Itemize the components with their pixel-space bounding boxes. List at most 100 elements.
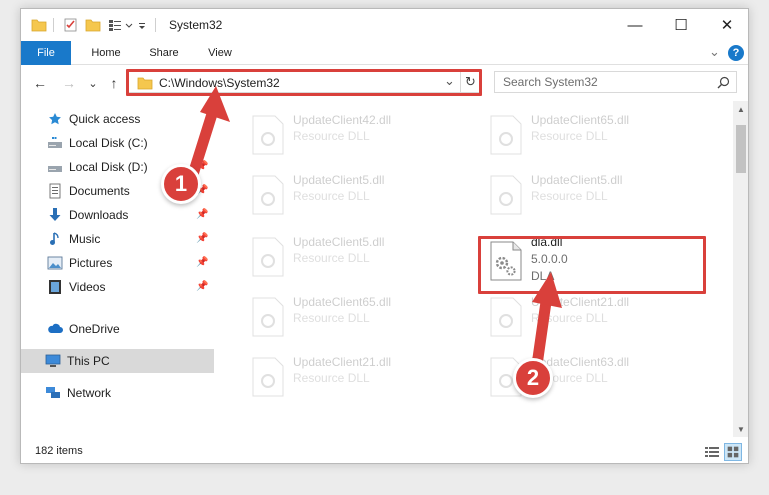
tab-home[interactable]: Home (83, 41, 129, 65)
sidebar-item-label: Documents (69, 184, 130, 198)
pin-icon[interactable]: 📌 (196, 233, 208, 245)
view-options-icon[interactable] (107, 17, 123, 33)
folder-icon (31, 19, 47, 32)
up-button[interactable]: ↑ (105, 74, 123, 92)
close-icon: ✕ (720, 17, 734, 34)
sidebar-item-videos[interactable]: Videos 📌 (21, 275, 214, 299)
videos-icon (47, 279, 63, 295)
search-icon[interactable] (717, 76, 730, 89)
file-item[interactable]: UpdateClient65.dll Resource DLL (483, 111, 709, 161)
status-bar: 182 items (21, 437, 748, 463)
sidebar-item-label: This PC (67, 354, 110, 368)
pin-icon[interactable]: 📌 (196, 257, 208, 269)
file-item[interactable]: UpdateClient21.dll Resource DLL (245, 353, 471, 403)
chevron-down-icon: ⌄ (88, 77, 98, 90)
file-type: Resource DLL (293, 251, 370, 265)
back-arrow-icon: ← (33, 75, 47, 91)
file-name: UpdateClient42.dll (293, 113, 392, 127)
item-count: 182 items (35, 445, 83, 457)
forward-arrow-icon: → (62, 75, 76, 91)
search-box[interactable] (494, 71, 737, 93)
file-item[interactable]: UpdateClient5.dll Resource DLL (245, 171, 471, 221)
sidebar-item-downloads[interactable]: Downloads 📌 (21, 203, 214, 227)
file-item[interactable]: UpdateClient5.dll Resource DLL (245, 233, 471, 283)
star-icon (47, 111, 63, 127)
sidebar-item-label: Quick access (69, 112, 141, 126)
sidebar-item-network[interactable]: Network (21, 381, 214, 405)
dll-file-icon (490, 175, 522, 215)
dll-file-icon (490, 115, 522, 155)
dll-file-icon (252, 237, 284, 277)
up-arrow-icon: ↑ (110, 75, 118, 91)
vertical-scrollbar[interactable]: ▲ ▼ (733, 101, 748, 437)
sidebar-item-label: Videos (69, 280, 106, 294)
forward-button[interactable]: → (60, 74, 78, 92)
sidebar-item-music[interactable]: Music 📌 (21, 227, 214, 251)
dll-file-icon (490, 297, 522, 337)
tiles-view-icon[interactable] (724, 443, 742, 461)
pictures-icon (47, 255, 63, 271)
minimize-button[interactable]: — (612, 9, 658, 41)
dll-file-icon (252, 115, 284, 155)
customize-toolbar-icon[interactable] (137, 17, 147, 33)
music-icon (47, 231, 63, 247)
step-2-badge: 2 (513, 358, 553, 398)
file-highlight-box (478, 236, 706, 294)
pin-icon[interactable]: 📌 (196, 281, 208, 293)
sidebar-item-quick-access[interactable]: Quick access (21, 107, 214, 131)
file-type: Resource DLL (293, 189, 370, 203)
sidebar-item-this-pc[interactable]: This PC (21, 349, 214, 373)
pin-icon[interactable]: 📌 (196, 161, 208, 173)
navigation-bar: ← → ⌄ ↑ C:\Windows\System32 ⌄ ↻ (21, 65, 748, 101)
scroll-down-icon[interactable]: ▼ (733, 421, 748, 437)
sidebar-item-label: Downloads (69, 208, 129, 222)
file-item[interactable]: UpdateClient65.dll Resource DLL (245, 293, 471, 343)
step-1-badge: 1 (161, 164, 201, 204)
sidebar-item-label: Network (67, 386, 112, 400)
tab-file[interactable]: File (21, 41, 71, 65)
ribbon-tabs: File Home Share View ⌄ ? (21, 41, 748, 65)
file-name: UpdateClient5.dll (293, 235, 385, 249)
file-name: UpdateClient65.dll (293, 295, 392, 309)
maximize-button[interactable]: ☐ (658, 9, 704, 41)
tab-share[interactable]: Share (141, 41, 187, 65)
pin-icon[interactable]: 📌 (196, 137, 208, 149)
navigation-pane: Quick access Local Disk (C:) 📌 Local Dis… (21, 101, 221, 437)
drive-icon (47, 135, 63, 151)
sidebar-item-label: Local Disk (D:) (69, 160, 148, 174)
scroll-thumb[interactable] (736, 125, 746, 173)
scroll-up-icon[interactable]: ▲ (733, 101, 748, 117)
download-icon (47, 207, 63, 223)
documents-icon (47, 183, 63, 199)
sidebar-item-local-disk-c[interactable]: Local Disk (C:) 📌 (21, 131, 214, 155)
file-type: Resource DLL (293, 371, 370, 385)
maximize-icon: ☐ (674, 17, 688, 34)
properties-icon[interactable] (63, 17, 79, 33)
new-folder-icon[interactable] (85, 17, 101, 33)
file-type: Resource DLL (531, 311, 608, 325)
details-view-icon[interactable] (704, 445, 720, 459)
back-button[interactable]: ← (31, 74, 49, 92)
recent-locations-button[interactable]: ⌄ (84, 74, 102, 92)
search-input[interactable] (495, 72, 705, 92)
help-icon[interactable]: ? (728, 45, 744, 61)
file-list: UpdateClient42.dll Resource DLL UpdateCl… (221, 101, 733, 437)
expand-ribbon-icon[interactable]: ⌄ (709, 44, 720, 60)
window-title: System32 (169, 18, 223, 32)
tab-view[interactable]: View (197, 41, 243, 65)
file-type: Resource DLL (531, 129, 608, 143)
pin-icon[interactable]: 📌 (196, 209, 208, 221)
file-type: Resource DLL (293, 129, 370, 143)
caret-down-icon[interactable] (125, 17, 133, 33)
dll-file-icon (252, 297, 284, 337)
sidebar-item-onedrive[interactable]: OneDrive (21, 317, 214, 341)
close-button[interactable]: ✕ (704, 9, 748, 41)
file-item[interactable]: UpdateClient42.dll Resource DLL (245, 111, 471, 161)
file-item[interactable]: UpdateClient21.dll Resource DLL (483, 293, 709, 343)
file-item[interactable]: UpdateClient5.dll Resource DLL (483, 171, 709, 221)
sidebar-item-label: OneDrive (69, 322, 120, 336)
title-separator (155, 18, 156, 32)
sidebar-item-pictures[interactable]: Pictures 📌 (21, 251, 214, 275)
address-highlight-box (126, 69, 482, 96)
cloud-icon (47, 321, 63, 337)
